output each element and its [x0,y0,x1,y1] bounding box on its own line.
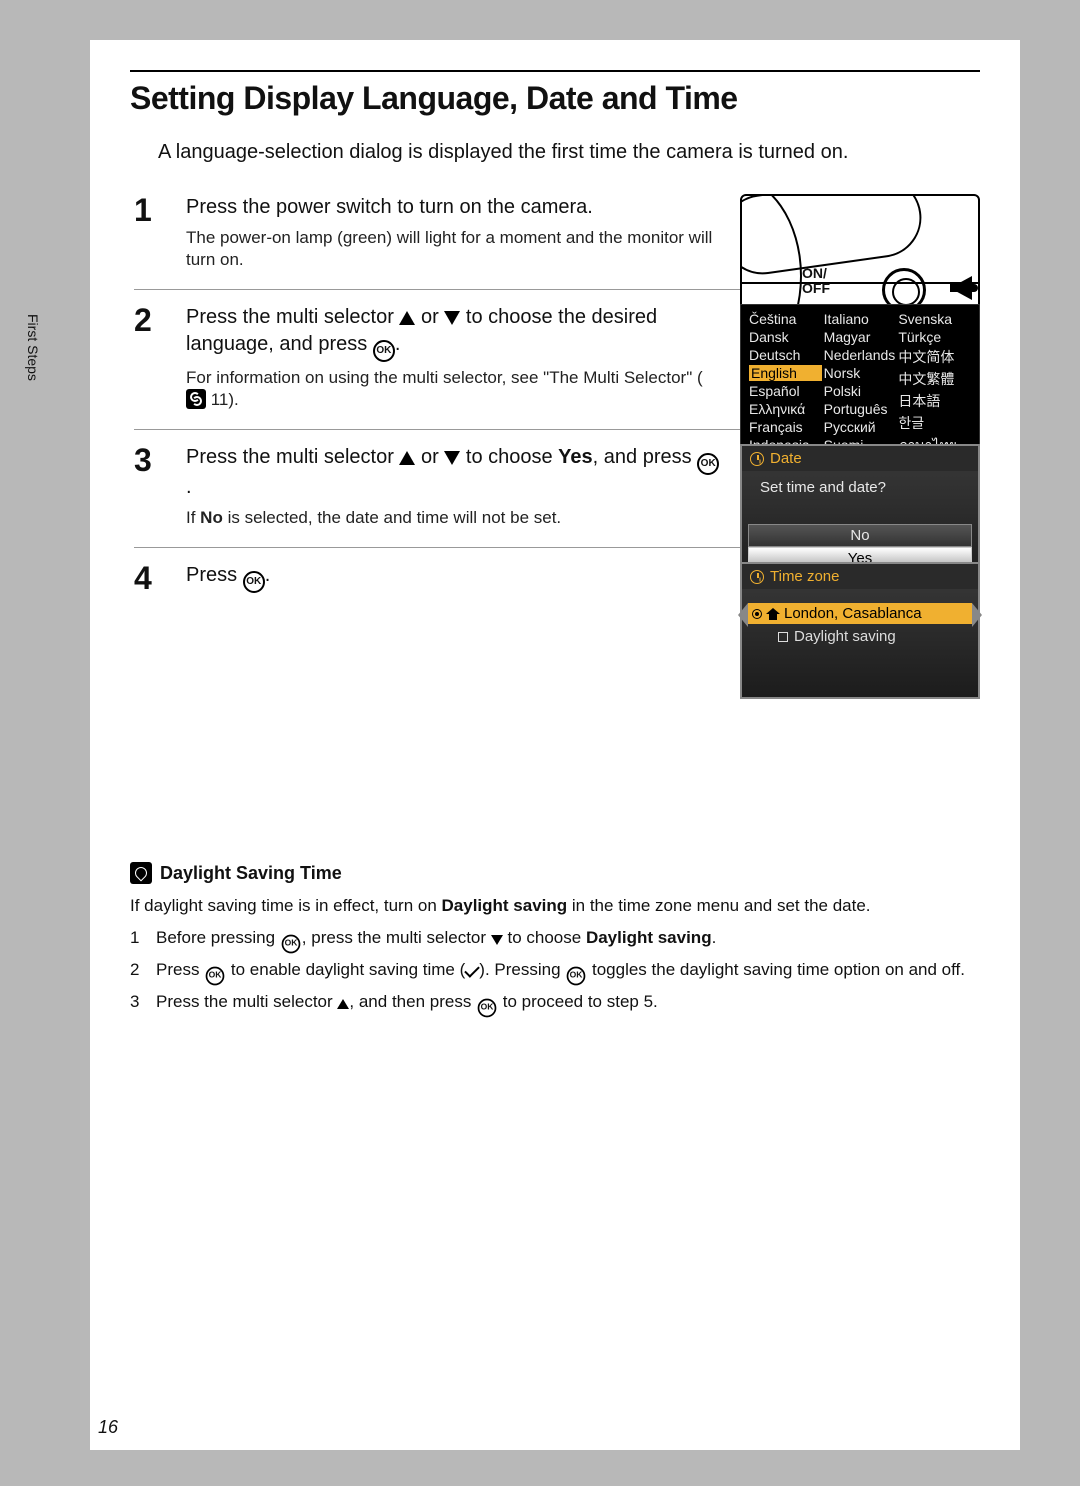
page-number: 16 [98,1417,118,1438]
lang-option: Polski [824,383,897,399]
intro-text: A language-selection dialog is displayed… [158,139,980,166]
lang-option: Türkçe [898,329,971,345]
lang-option: 日本語 [898,391,971,411]
step-3: 3 Press the multi selector or to choose … [134,444,980,548]
ok-icon [206,967,225,986]
note-heading: Daylight Saving Time [160,863,342,884]
note-text: If daylight saving time is in effect, tu… [130,894,980,918]
clock-icon [750,452,764,466]
timezone-menu-screen: Time zone London, Casablanca Daylight sa… [740,562,980,699]
lang-option: Nederlands [824,347,897,363]
lang-option: Español [749,383,822,399]
down-icon [444,451,460,465]
step-2: 2 Press the multi selector or to choose … [134,304,980,430]
step-2-illustration: Čeština Dansk Deutsch English Español Ελ… [740,304,980,467]
checkbox-empty-icon [778,632,788,642]
lang-option: Italiano [824,311,897,327]
note-section: Daylight Saving Time If daylight saving … [130,862,980,1018]
step-number: 2 [134,304,168,411]
lang-option: Português [824,401,897,417]
note-step-2: 2 Press to enable daylight saving time (… [130,958,980,986]
reference-icon [186,389,206,409]
step-number: 4 [134,562,168,724]
step-4-lead: Press . [186,562,720,592]
lang-option: 中文简体 [898,347,971,367]
down-icon [491,935,503,945]
page-title: Setting Display Language, Date and Time [130,80,980,117]
ok-icon [373,340,395,362]
on-label: ON/ [802,265,827,281]
radio-selected-icon [752,609,762,619]
lang-option-selected: English [749,365,822,381]
ok-icon [567,967,586,986]
note-step-1: 1 Before pressing , press the multi sele… [130,926,980,954]
up-icon [399,311,415,325]
lang-option: Magyar [824,329,897,345]
menu-option-no: No [748,524,972,547]
language-screen: Čeština Dansk Deutsch English Español Ελ… [740,304,980,467]
timezone-row: London, Casablanca [748,603,972,624]
step-2-sub: For information on using the multi selec… [186,367,720,411]
step-number: 1 [134,194,168,271]
step-4: 4 Press . Time zone London, Casablanca [134,562,980,742]
ok-icon [281,935,300,954]
lang-option: 한글 [898,413,971,433]
menu-title-text: Date [770,450,802,467]
ok-icon [243,571,265,593]
clock-icon [750,570,764,584]
heading-rule [130,70,980,72]
note-step-3: 3 Press the multi selector , and then pr… [130,990,980,1018]
off-label: OFF [802,280,830,296]
step-1: 1 Press the power switch to turn on the … [134,194,980,290]
step-1-sub: The power-on lamp (green) will light for… [186,227,720,271]
daylight-saving-row: Daylight saving [748,626,972,651]
lang-option: Deutsch [749,347,822,363]
lang-option: Norsk [824,365,897,381]
menu-title-text: Time zone [770,568,839,585]
step-1-lead: Press the power switch to turn on the ca… [186,194,720,221]
check-icon [465,962,481,978]
lang-option: Dansk [749,329,822,345]
note-icon [130,862,152,884]
step-4-illustration: Time zone London, Casablanca Daylight sa… [740,562,980,699]
home-icon [766,608,780,620]
lang-option: Русский [824,419,897,435]
step-number: 3 [134,444,168,529]
step-3-sub: If No is selected, the date and time wil… [186,507,720,529]
lang-option: Ελληνικά [749,401,822,417]
lang-option: Svenska [898,311,971,327]
up-icon [399,451,415,465]
lang-option: 中文繁體 [898,369,971,389]
section-tab: First Steps [16,310,41,420]
ok-icon [478,999,497,1018]
down-icon [444,311,460,325]
step-2-lead: Press the multi selector or to choose th… [186,304,720,361]
up-icon [337,999,349,1009]
lang-option: Čeština [749,311,822,327]
lang-option: Français [749,419,822,435]
manual-page: First Steps Setting Display Language, Da… [90,40,1020,1450]
ok-icon [697,453,719,475]
step-3-lead: Press the multi selector or to choose Ye… [186,444,720,501]
menu-prompt: Set time and date? [742,477,978,498]
daylight-saving-label: Daylight saving [794,628,896,645]
timezone-location: London, Casablanca [784,605,922,622]
